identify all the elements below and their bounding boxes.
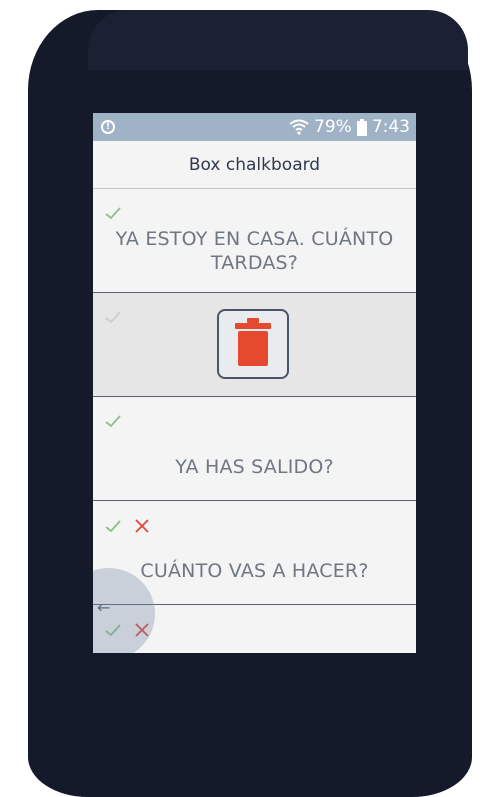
list-item[interactable]: YA ESTOY EN CASA. CUÁNTO TARDAS? — [93, 189, 416, 293]
battery-percent: 79% — [314, 117, 352, 137]
trash-icon — [233, 318, 273, 370]
clock: 7:43 — [371, 117, 410, 137]
message-text: CUÁNTO VAS A HACER? — [140, 560, 369, 582]
message-text: YA HAS SALIDO? — [175, 456, 334, 478]
message-status — [105, 415, 121, 428]
message-status — [105, 311, 121, 324]
message-text: YA ESTOY EN CASA. CUÁNTO TARDAS? — [115, 228, 394, 274]
back-arrow-icon: ← — [97, 598, 111, 617]
cross-icon — [135, 519, 149, 533]
message-status — [105, 519, 149, 533]
device-screen: ! 79% 7:43 Box chalkboard YA ESTOY EN CA… — [93, 113, 416, 653]
wifi-icon — [289, 119, 309, 135]
status-bar: ! 79% 7:43 — [93, 113, 416, 141]
device-bezel — [88, 10, 468, 70]
check-icon — [105, 311, 121, 324]
list-item[interactable]: YA HAS SALIDO? — [93, 397, 416, 501]
check-icon — [105, 207, 121, 220]
alert-circle-icon: ! — [101, 120, 115, 134]
page-title-text: Box chalkboard — [188, 154, 321, 175]
battery-icon — [356, 118, 367, 136]
check-icon — [105, 415, 121, 428]
check-icon — [105, 519, 121, 533]
message-status — [105, 207, 121, 220]
status-right: 79% 7:43 — [289, 117, 410, 137]
page-title: Box chalkboard — [93, 141, 416, 189]
delete-button[interactable] — [217, 309, 289, 379]
